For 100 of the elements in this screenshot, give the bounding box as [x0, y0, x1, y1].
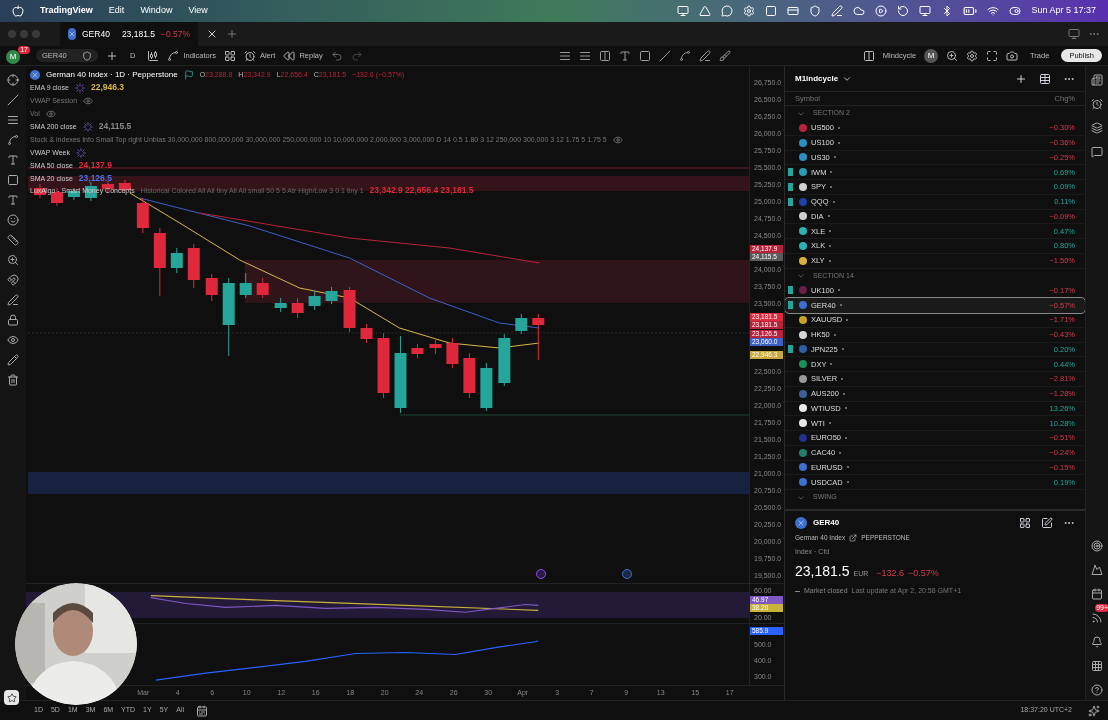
pen-icon[interactable] [698, 49, 711, 62]
battery-icon[interactable] [963, 4, 978, 18]
candle [480, 362, 493, 412]
fullscreen-icon[interactable] [986, 49, 999, 62]
rectangle-icon[interactable] [7, 174, 19, 186]
hidden-eye-icon[interactable] [612, 135, 623, 145]
path-icon[interactable] [678, 49, 691, 62]
magnet-icon[interactable] [7, 274, 19, 286]
candles-icon[interactable] [147, 49, 160, 62]
shield-icon[interactable] [809, 5, 822, 17]
chart-tab[interactable]: GER40 23,181.5 −0.57% [60, 22, 198, 46]
candle [515, 313, 528, 335]
flag-marker[interactable] [787, 286, 793, 295]
calendar-icon[interactable] [1091, 588, 1103, 600]
layout-avatar[interactable]: M [924, 48, 939, 63]
event-marker-icon[interactable] [536, 569, 546, 579]
lines-icon[interactable] [578, 49, 591, 62]
sparkle-icon[interactable] [1088, 704, 1100, 717]
display-icon[interactable] [919, 5, 932, 17]
text-icon[interactable] [618, 49, 631, 62]
crosshair-icon[interactable] [7, 74, 19, 86]
eye-icon[interactable] [7, 334, 19, 346]
zoom-icon[interactable] [7, 254, 19, 266]
candle [239, 272, 252, 299]
hidden-eye-icon[interactable] [45, 109, 56, 119]
lock-icon[interactable] [7, 314, 19, 326]
chat-icon[interactable] [1091, 146, 1103, 158]
trash-icon[interactable] [7, 374, 19, 386]
card-icon[interactable] [787, 5, 800, 17]
pen-icon[interactable] [7, 294, 19, 306]
path-icon[interactable] [7, 134, 19, 146]
square-icon[interactable] [765, 5, 778, 17]
lines-icon[interactable] [558, 49, 571, 62]
watchlist-title[interactable]: M1indcycle [795, 72, 839, 85]
grid-icon[interactable] [1019, 517, 1031, 529]
flag-marker[interactable] [787, 168, 793, 177]
target-icon[interactable] [1091, 540, 1103, 552]
help-icon[interactable] [1091, 684, 1103, 696]
monitor-icon[interactable] [677, 5, 690, 17]
table-icon[interactable] [1039, 72, 1051, 85]
close-icon[interactable] [206, 28, 218, 40]
date-range-icon[interactable] [196, 704, 208, 717]
menu-clock[interactable]: Sun Apr 5 17:37 [1031, 4, 1096, 18]
x-logo-icon [795, 517, 807, 529]
cloud-icon[interactable] [853, 5, 866, 17]
wifi-icon[interactable] [987, 5, 1000, 17]
alarm-icon[interactable] [1091, 98, 1103, 110]
cone-icon[interactable] [699, 5, 712, 17]
flag-icon [183, 70, 194, 80]
compare-icon[interactable] [106, 49, 118, 62]
brush-icon[interactable] [718, 49, 731, 62]
undo-icon[interactable] [330, 49, 343, 62]
external-link-icon[interactable] [849, 533, 858, 542]
x-logo-icon [68, 28, 76, 40]
apps-icon[interactable] [1091, 660, 1103, 672]
columns-icon[interactable] [598, 49, 611, 62]
apple-icon[interactable] [12, 5, 24, 17]
flag-marker[interactable] [787, 197, 793, 206]
flag-marker[interactable] [787, 345, 793, 354]
layers-icon[interactable] [1091, 122, 1103, 134]
tab-change: −0.57% [160, 27, 191, 41]
zoom-icon[interactable] [946, 49, 959, 62]
favorite-button[interactable] [4, 690, 19, 705]
gear-icon[interactable] [743, 5, 756, 17]
lines-icon[interactable] [7, 114, 19, 126]
menu-item[interactable]: Window [140, 4, 173, 18]
candle [377, 332, 390, 399]
app-menu[interactable]: TradingView [40, 4, 93, 18]
text-icon[interactable] [7, 154, 19, 166]
smiley-icon[interactable] [7, 214, 19, 226]
collapse-icon[interactable] [797, 272, 805, 280]
mountain-icon[interactable] [1091, 564, 1103, 576]
candle [532, 313, 545, 361]
flag-marker[interactable] [787, 182, 793, 191]
line-icon[interactable] [7, 94, 19, 106]
menu-item[interactable]: Edit [108, 4, 125, 18]
avatar[interactable]: M [6, 49, 20, 64]
feed-icon[interactable] [1091, 612, 1103, 624]
camera-icon[interactable] [1006, 49, 1019, 62]
flag-marker[interactable] [787, 301, 793, 310]
chart-title: German 40 Index · 1D · Pepperstone [46, 70, 178, 80]
settings-icon[interactable] [966, 49, 979, 62]
rectangle-icon[interactable] [638, 49, 651, 62]
line-icon[interactable] [658, 49, 671, 62]
edit-icon[interactable] [1041, 517, 1053, 529]
new-tab-icon[interactable] [226, 28, 238, 40]
history-icon[interactable] [897, 5, 910, 17]
text-icon[interactable] [7, 194, 19, 206]
pencil-icon[interactable] [7, 354, 19, 366]
play-icon[interactable] [875, 5, 888, 17]
menu-item[interactable]: View [188, 4, 208, 18]
hidden-eye-icon[interactable] [83, 96, 94, 106]
layout-icon[interactable] [862, 49, 875, 62]
ruler-icon[interactable] [7, 234, 19, 246]
screen-icon[interactable] [1068, 28, 1080, 40]
candle [170, 247, 183, 274]
add-icon[interactable] [1015, 72, 1027, 85]
event-marker-icon[interactable] [622, 569, 632, 579]
bell-icon[interactable] [1091, 636, 1103, 648]
candle [205, 273, 218, 302]
